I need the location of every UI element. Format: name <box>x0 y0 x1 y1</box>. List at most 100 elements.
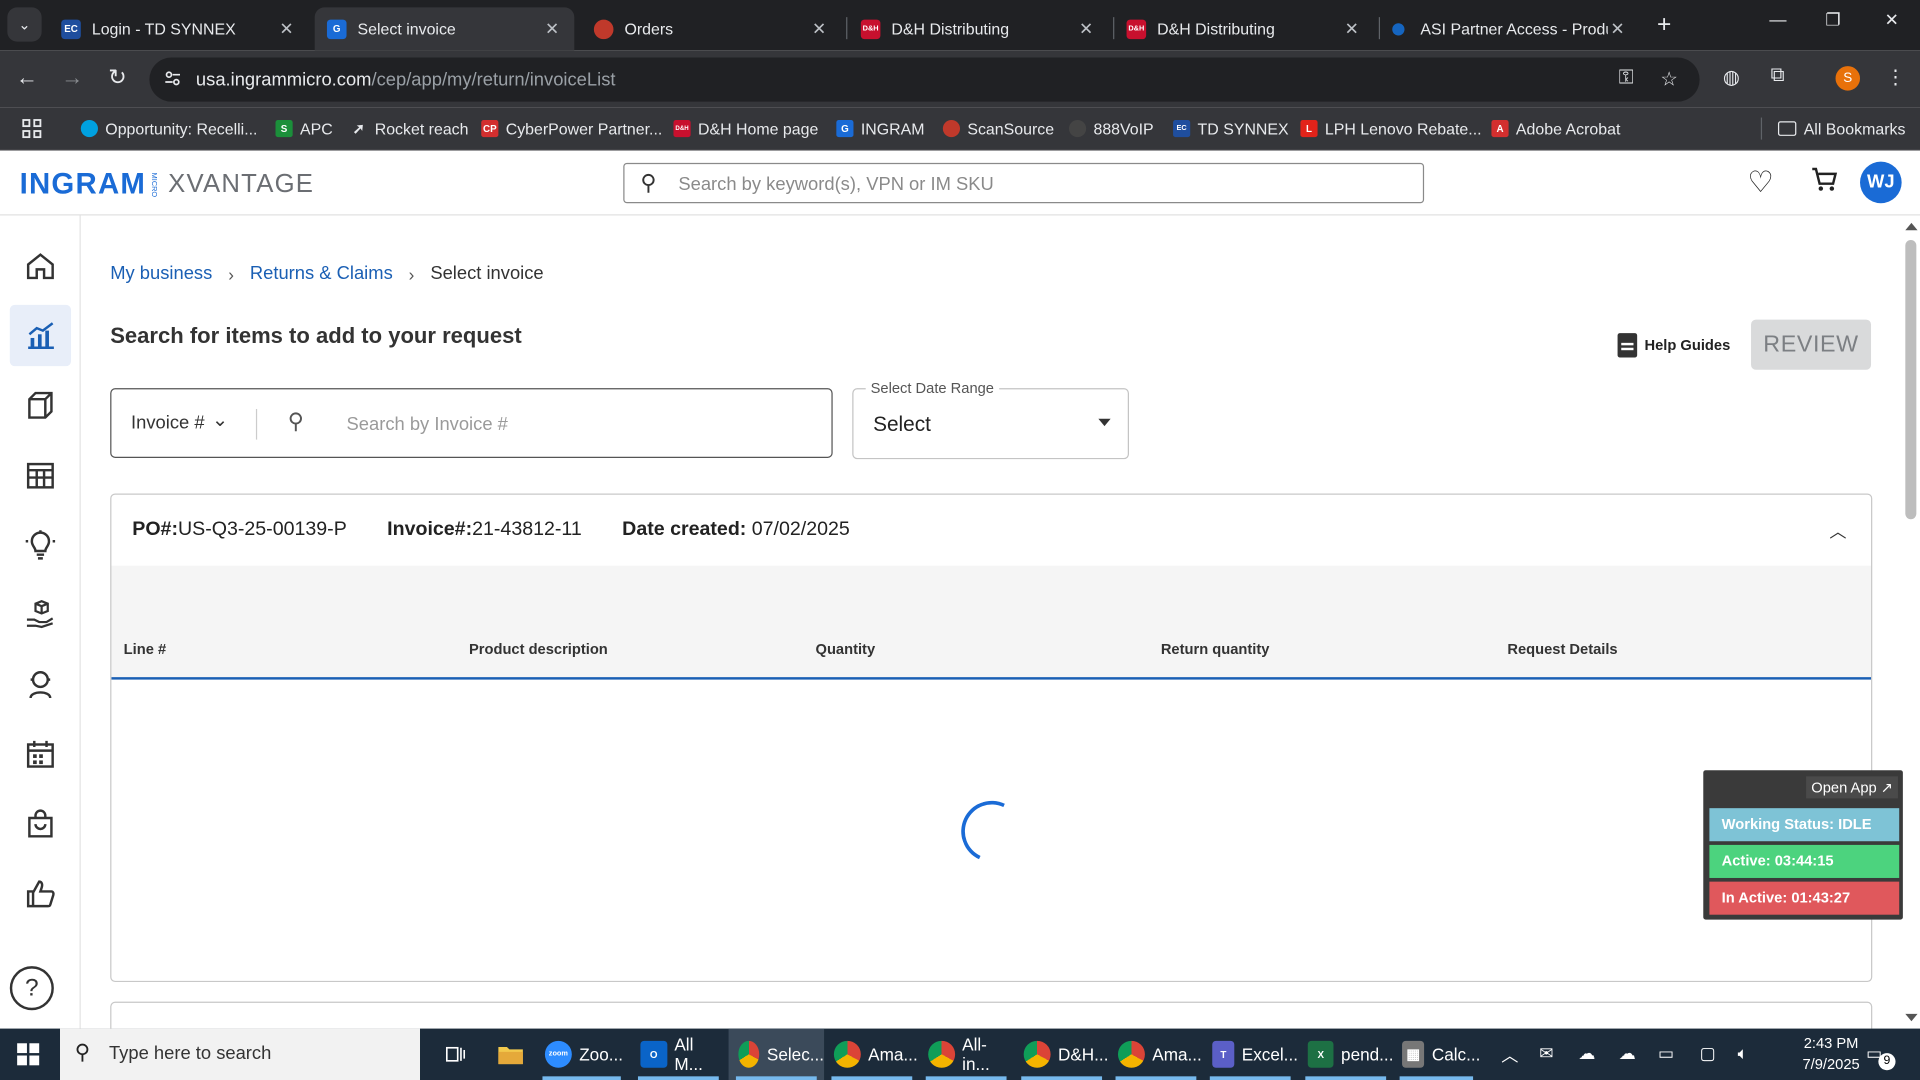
breadcrumb-my-business[interactable]: My business <box>110 263 212 284</box>
tab-orders[interactable]: Orders ✕ <box>582 7 842 50</box>
invoice-card-header[interactable]: PO#:US-Q3-25-00139-P Invoice#:21-43812-1… <box>111 495 1871 566</box>
chevron-down-icon[interactable]: ⌄ <box>212 408 228 432</box>
cp-icon: CP <box>481 120 499 138</box>
nav-insights[interactable] <box>10 514 71 575</box>
notification-center-icon[interactable]: ▭ 9 <box>1866 1043 1896 1071</box>
review-button[interactable]: REVIEW <box>1751 319 1872 370</box>
minimize-button[interactable]: — <box>1760 10 1797 30</box>
bookmark-scansource[interactable]: ScanSource <box>942 116 1054 140</box>
address-bar[interactable]: usa.ingrammicro.com/cep/app/my/return/in… <box>149 57 1700 102</box>
scroll-down-arrow[interactable] <box>1905 1013 1918 1022</box>
nav-events[interactable] <box>10 724 71 785</box>
apps-grid-icon[interactable] <box>22 116 42 140</box>
system-clock[interactable]: 2:43 PM 7/9/2025 <box>1802 1033 1859 1075</box>
reload-icon[interactable]: ↻ <box>103 65 132 91</box>
bookmark-adobe-acrobat[interactable]: A Adobe Acrobat <box>1491 116 1620 140</box>
forward-icon[interactable]: → <box>58 65 87 91</box>
tab-select-invoice[interactable]: G Select invoice ✕ <box>314 7 575 51</box>
caret-down-icon <box>1098 418 1111 427</box>
open-app-button[interactable]: Open App ↗ <box>1806 776 1898 799</box>
bookmark-lph-lenovo[interactable]: L LPH Lenovo Rebate... <box>1300 116 1482 140</box>
po-label: PO#: <box>132 519 178 541</box>
help-icon[interactable]: ? <box>9 966 54 1011</box>
date-value: 07/02/2025 <box>751 519 850 541</box>
taskbar-calculator[interactable]: ▦ Calc... <box>1392 1029 1480 1080</box>
volume-icon[interactable]: 🔈︎ <box>1738 1043 1748 1064</box>
invoice-search-input[interactable] <box>346 411 812 436</box>
taskbar-search[interactable]: ⚲ Type here to search <box>60 1028 421 1080</box>
extensions-icon[interactable]: ⧉ <box>1771 65 1785 87</box>
bookmark-opportunity[interactable]: Opportunity: Recelli... <box>80 116 258 140</box>
menu-kebab-icon[interactable]: ⋮ <box>1886 65 1906 89</box>
onedrive-icon[interactable]: ☁ <box>1578 1043 1595 1064</box>
breadcrumb-returns-claims[interactable]: Returns & Claims <box>250 263 393 284</box>
bookmark-888voip[interactable]: 888VoIP <box>1068 116 1154 140</box>
cart-icon[interactable] <box>1810 165 1839 203</box>
heart-icon[interactable]: ♡ <box>1747 165 1773 201</box>
taskbar-chrome-dh[interactable]: D&H... <box>1014 1029 1110 1080</box>
taskbar-zoom[interactable]: zoom Zoo... <box>535 1029 628 1080</box>
chevron-up-icon[interactable]: ︿ <box>1501 1043 1518 1067</box>
bookmark-td-synnex[interactable]: EC TD SYNNEX <box>1173 116 1289 140</box>
file-explorer-icon[interactable] <box>487 1029 529 1080</box>
nav-orders[interactable] <box>10 793 71 854</box>
mail-icon[interactable]: ✉ <box>1539 1043 1553 1064</box>
bookmark-dh-home[interactable]: D&H D&H Home page <box>673 116 818 140</box>
global-search-input[interactable] <box>678 171 1401 196</box>
new-tab-button[interactable]: + <box>1651 10 1678 39</box>
chevron-up-icon[interactable]: ︿ <box>1829 519 1846 543</box>
close-window-button[interactable]: ✕ <box>1873 10 1910 31</box>
taskbar-chrome-select-invoice[interactable]: Selec... <box>728 1028 825 1080</box>
nav-services[interactable] <box>10 584 71 645</box>
back-icon[interactable]: ← <box>12 65 41 91</box>
taskbar-excel[interactable]: Xpend... <box>1298 1029 1393 1080</box>
close-icon[interactable]: ✕ <box>1076 18 1096 39</box>
nav-my-business[interactable] <box>9 304 72 367</box>
password-key-icon[interactable]: ⚿ <box>1619 67 1634 89</box>
scroll-up-arrow[interactable] <box>1905 222 1918 231</box>
site-info-icon[interactable] <box>164 70 181 87</box>
user-avatar[interactable]: WJ <box>1860 161 1902 204</box>
close-icon[interactable]: ✕ <box>542 18 562 39</box>
onedrive-business-icon[interactable]: ☁ <box>1619 1043 1636 1064</box>
close-icon[interactable]: ✕ <box>277 18 297 39</box>
tab-dh-distributing-2[interactable]: D&H D&H Distributing ✕ <box>1114 7 1374 50</box>
battery-icon[interactable]: ▭ <box>1658 1043 1674 1064</box>
date-range-select[interactable]: Select Date Range Select <box>852 379 1129 460</box>
taskbar-chrome-all-in[interactable]: All-in... <box>918 1029 1014 1080</box>
windows-start-icon[interactable] <box>17 1043 40 1066</box>
nav-support[interactable] <box>10 654 71 715</box>
all-bookmarks[interactable]: All Bookmarks <box>1777 116 1905 140</box>
ingram-xvantage-logo[interactable]: INGRAM MICRO XVANTAGE <box>20 168 315 202</box>
taskbar-chrome-amazon[interactable]: Ama... <box>824 1029 920 1080</box>
close-icon[interactable]: ✕ <box>1342 18 1362 39</box>
page-scrollbar[interactable] <box>1901 215 1920 1029</box>
task-view-icon[interactable] <box>436 1029 466 1080</box>
bookmark-cyberpower[interactable]: CP CyberPower Partner... <box>481 116 662 140</box>
taskbar-chrome-amazon-2[interactable]: Ama... <box>1108 1029 1204 1080</box>
bookmark-apc[interactable]: S APC <box>275 116 333 140</box>
tab-asi-partner-access[interactable]: ASI Partner Access - Produ ✕ <box>1380 7 1640 50</box>
network-icon[interactable]: ▢ <box>1700 1043 1716 1064</box>
tab-search-button[interactable]: ⌄ <box>7 7 42 42</box>
nav-products[interactable] <box>10 375 71 436</box>
scroll-thumb[interactable] <box>1905 240 1917 520</box>
search-type-select[interactable]: Invoice # <box>131 413 205 434</box>
help-guides-link[interactable]: Help Guides <box>1617 333 1730 358</box>
close-icon[interactable]: ✕ <box>809 18 829 39</box>
profile-avatar[interactable]: S <box>1835 66 1861 91</box>
nav-catalog[interactable] <box>10 444 71 505</box>
global-search[interactable]: ⚲ <box>623 162 1425 204</box>
nav-home[interactable] <box>10 235 71 296</box>
globe-icon[interactable]: ◍ <box>1723 65 1740 89</box>
restore-button[interactable]: ❐ <box>1815 10 1852 31</box>
nav-feedback[interactable] <box>10 863 71 924</box>
taskbar-outlook[interactable]: O All M... <box>631 1029 727 1080</box>
close-icon[interactable]: ✕ <box>1608 18 1628 39</box>
bookmark-star-icon[interactable]: ☆ <box>1660 67 1678 91</box>
bookmark-ingram[interactable]: G INGRAM <box>836 116 924 140</box>
taskbar-teams[interactable]: T Excel... <box>1202 1029 1298 1080</box>
tab-dh-distributing[interactable]: D&H D&H Distributing ✕ <box>849 7 1109 50</box>
bookmark-rocket-reach[interactable]: ➚ Rocket reach <box>350 116 469 140</box>
tab-login-td-synnex[interactable]: EC Login - TD SYNNEX ✕ <box>49 7 309 50</box>
